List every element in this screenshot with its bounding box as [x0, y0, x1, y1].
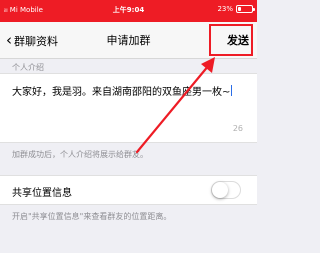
back-label: 群聊资料 — [14, 34, 58, 48]
char-count: 26 — [232, 124, 243, 133]
battery-percent: 23% — [217, 5, 233, 13]
toggle-knob — [212, 182, 228, 198]
intro-section-label: 个人介绍 — [12, 63, 44, 72]
share-location-hint: 开启"共享位置信息"来查看群友的位置距离。 — [12, 212, 172, 221]
text-cursor — [231, 85, 233, 96]
intro-text-value: 大家好，我是羽。来自湖南邵阳的双鱼座男一枚~ — [12, 87, 231, 98]
share-location-row: 共享位置信息 — [0, 175, 257, 205]
share-location-label: 共享位置信息 — [12, 188, 72, 199]
battery-icon — [236, 5, 255, 13]
intro-text: 大家好，我是羽。来自湖南邵阳的双鱼座男一枚~ — [12, 83, 233, 98]
status-bar: ᵢₗₗ Mi Mobile 上午9:04 23% — [0, 0, 257, 22]
battery-indicator: 23% — [217, 5, 255, 13]
chevron-left-icon: ‹ — [6, 31, 12, 49]
back-button[interactable]: ‹ 群聊资料 — [6, 22, 58, 59]
send-highlight-box — [209, 24, 253, 56]
intro-hint: 加群成功后，个人介绍将展示给群友。 — [12, 150, 148, 159]
share-location-toggle[interactable] — [211, 181, 241, 199]
intro-textarea[interactable]: 大家好，我是羽。来自湖南邵阳的双鱼座男一枚~ 26 — [0, 73, 257, 143]
